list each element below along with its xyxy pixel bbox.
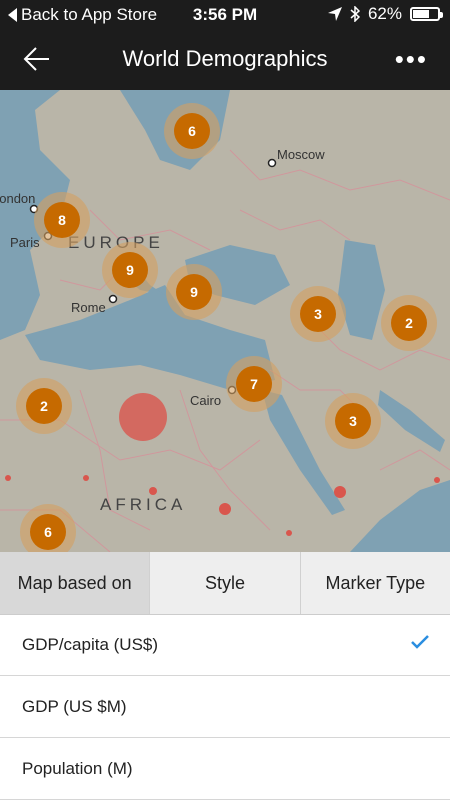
arabian-sea-water [350,480,450,552]
map-view[interactable]: Moscow Paris Rome Cairo London EUROPE AF… [0,90,450,552]
map-basis-options: GDP/capita (US$) GDP (US $M) Population … [0,614,450,800]
battery-icon [410,7,443,21]
cluster-marker-3[interactable]: 9 [102,242,158,298]
cluster-marker-5[interactable]: 3 [290,286,346,342]
option-gdp-per-capita[interactable]: GDP/capita (US$) [0,614,450,676]
cluster-count-4: 9 [190,284,198,300]
city-label-paris: Paris [10,235,40,250]
navigation-bar: World Demographics ••• [0,30,450,90]
cluster-marker-8[interactable]: 7 [226,356,282,412]
cluster-marker-10[interactable]: 6 [20,504,76,552]
more-options-icon[interactable]: ••• [395,44,428,75]
city-label-moscow: Moscow [277,147,325,162]
cluster-count-2: 8 [58,212,66,228]
option-label: Population (M) [22,758,133,778]
location-icon [327,7,342,21]
cluster-count-7: 2 [40,398,48,414]
battery-percent: 62% [367,4,402,23]
cluster-marker-4[interactable]: 9 [166,264,222,320]
cluster-count-1: 6 [188,123,196,139]
option-label: GDP/capita (US$) [22,634,159,654]
status-bar: Back to App Store 3:56 PM 62% [0,0,450,30]
cluster-count-6: 2 [405,315,413,331]
cluster-marker-9[interactable]: 3 [325,393,381,449]
option-population[interactable]: Population (M) [0,738,450,800]
cluster-count-8: 7 [250,376,258,392]
tab-marker-type[interactable]: Marker Type [299,552,450,614]
cluster-count-10: 6 [44,524,52,540]
checkmark-icon [411,635,429,649]
status-right: 62% [327,4,443,24]
option-gdp[interactable]: GDP (US $M) [0,676,450,738]
cluster-count-3: 9 [126,262,134,278]
cluster-count-5: 3 [314,306,322,322]
persian-gulf-water [378,390,445,452]
bluetooth-icon [350,6,360,22]
page-title: World Demographics [122,46,328,71]
settings-tabs: Map based on Style Marker Type [0,552,450,615]
cluster-marker-1[interactable]: 6 [164,103,220,159]
tab-style[interactable]: Style [149,552,300,614]
cluster-count-9: 3 [349,413,357,429]
option-label: GDP (US $M) [22,696,127,716]
cluster-marker-6[interactable]: 2 [381,295,437,351]
map-canvas[interactable]: Moscow Paris Rome Cairo London EUROPE AF… [0,90,450,552]
caspian-water [338,240,385,340]
cluster-marker-2[interactable]: 8 [34,192,90,248]
tab-map-based-on[interactable]: Map based on [0,552,150,614]
region-label-africa: AFRICA [100,495,186,514]
city-label-cairo: Cairo [190,393,221,408]
city-label-london: London [0,191,35,206]
cluster-marker-7[interactable]: 2 [16,378,72,434]
city-label-rome: Rome [71,300,106,315]
city-moscow[interactable]: Moscow [267,147,326,168]
